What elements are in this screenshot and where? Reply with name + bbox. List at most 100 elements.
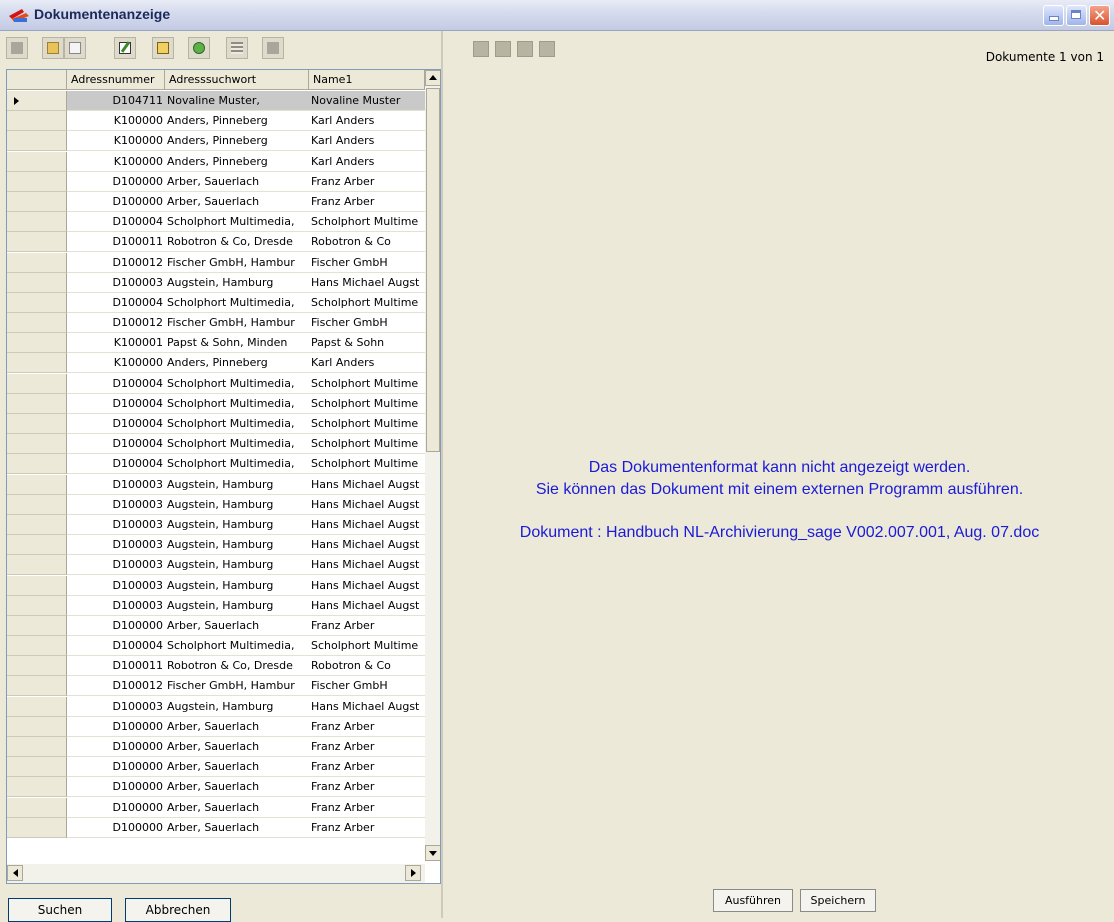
- row-indicator[interactable]: [7, 454, 67, 475]
- column-header-adressnummer[interactable]: Adressnummer: [67, 70, 165, 90]
- table-row[interactable]: D100003 Augstein, Hamburg Hans Michael Aug…: [7, 514, 425, 535]
- row-indicator[interactable]: [7, 797, 67, 818]
- table-row[interactable]: D100003 Augstein, Hamburg Hans Michael Aug…: [7, 575, 425, 596]
- row-indicator[interactable]: [7, 292, 67, 313]
- row-indicator[interactable]: [7, 575, 67, 596]
- row-indicator[interactable]: [7, 111, 67, 132]
- row-indicator[interactable]: [7, 474, 67, 495]
- table-row[interactable]: D104711 Novaline Muster, Novaline Muster: [7, 91, 425, 111]
- row-indicator[interactable]: [7, 737, 67, 757]
- scroll-left-button[interactable]: [7, 865, 23, 881]
- row-indicator[interactable]: [7, 414, 67, 434]
- prev-page-icon[interactable]: [495, 41, 511, 57]
- minimize-button[interactable]: [1043, 5, 1064, 26]
- row-indicator[interactable]: [7, 252, 67, 273]
- row-indicator[interactable]: [7, 373, 67, 394]
- table-row[interactable]: D100003 Augstein, Hamburg Hans Michael Aug…: [7, 474, 425, 495]
- checkbox-icon[interactable]: [64, 37, 86, 59]
- row-indicator[interactable]: [7, 535, 67, 556]
- row-indicator[interactable]: [7, 555, 67, 576]
- row-indicator[interactable]: [7, 494, 67, 515]
- row-indicator[interactable]: [7, 272, 67, 293]
- scroll-up-button[interactable]: [425, 70, 440, 86]
- row-indicator[interactable]: [7, 615, 67, 636]
- table-row[interactable]: K100000 Anders, Pinneberg Karl Anders: [7, 131, 425, 152]
- row-indicator[interactable]: [7, 333, 67, 354]
- table-row[interactable]: D100003 Augstein, Hamburg Hans Michael Aug…: [7, 494, 425, 515]
- table-row[interactable]: D100012 Fischer GmbH, Hambur Fischer GmbH: [7, 676, 425, 697]
- table-row[interactable]: D100003 Augstein, Hamburg Hans Michael Aug…: [7, 595, 425, 616]
- table-row[interactable]: D100004 Scholphort Multimedia, Scholphort …: [7, 292, 425, 313]
- row-indicator[interactable]: [7, 171, 67, 192]
- table-row[interactable]: D100000 Arber, Sauerlach Franz Arber: [7, 817, 425, 838]
- table-row[interactable]: D100003 Augstein, Hamburg Hans Michael Aug…: [7, 696, 425, 717]
- cancel-button[interactable]: Abbrechen: [125, 898, 231, 922]
- folder-open-icon[interactable]: [42, 37, 64, 59]
- table-row[interactable]: D100012 Fischer GmbH, Hambur Fischer GmbH: [7, 252, 425, 273]
- toolbar-disabled-icon[interactable]: [6, 37, 28, 59]
- row-indicator[interactable]: [7, 434, 67, 455]
- column-header-adresssuchwort[interactable]: Adresssuchwort: [165, 70, 309, 90]
- table-row[interactable]: D100012 Fischer GmbH, Hambur Fischer GmbH: [7, 313, 425, 334]
- table-row[interactable]: D100011 Robotron & Co, Dresde Robotron & C…: [7, 232, 425, 253]
- table-row[interactable]: D100000 Arber, Sauerlach Franz Arber: [7, 797, 425, 818]
- table-row[interactable]: D100004 Scholphort Multimedia, Scholphort …: [7, 414, 425, 434]
- row-indicator[interactable]: [7, 151, 67, 172]
- export-icon[interactable]: [262, 37, 284, 59]
- list-icon[interactable]: [226, 37, 248, 59]
- column-header-name1[interactable]: Name1: [309, 70, 425, 90]
- row-indicator[interactable]: [7, 817, 67, 838]
- row-indicator[interactable]: [7, 656, 67, 677]
- table-row[interactable]: D100000 Arber, Sauerlach Franz Arber: [7, 777, 425, 798]
- table-row[interactable]: D100003 Augstein, Hamburg Hans Michael Aug…: [7, 272, 425, 293]
- table-row[interactable]: D100000 Arber, Sauerlach Franz Arber: [7, 737, 425, 757]
- vertical-scrollbar[interactable]: [425, 70, 440, 861]
- last-page-icon[interactable]: [539, 41, 555, 57]
- row-indicator[interactable]: [7, 232, 67, 253]
- row-indicator[interactable]: [7, 636, 67, 657]
- table-row[interactable]: D100004 Scholphort Multimedia, Scholphort …: [7, 393, 425, 414]
- table-row[interactable]: K100001 Papst & Sohn, Minden Papst & Sohn: [7, 333, 425, 354]
- address-table[interactable]: Adressnummer Adresssuchwort Name1 D10471…: [6, 69, 441, 884]
- table-row[interactable]: D100004 Scholphort Multimedia, Scholphort …: [7, 636, 425, 657]
- row-indicator[interactable]: [7, 777, 67, 798]
- horizontal-scrollbar[interactable]: [7, 864, 425, 883]
- execute-button[interactable]: Ausführen: [713, 889, 793, 912]
- maximize-button[interactable]: [1066, 5, 1087, 26]
- scroll-down-button[interactable]: [425, 845, 440, 861]
- table-row[interactable]: D100003 Augstein, Hamburg Hans Michael Aug…: [7, 555, 425, 576]
- close-button[interactable]: ✕: [1089, 5, 1110, 26]
- row-indicator[interactable]: [7, 131, 67, 152]
- vertical-scroll-thumb[interactable]: [426, 88, 440, 452]
- table-row[interactable]: D100000 Arber, Sauerlach Franz Arber: [7, 757, 425, 778]
- edit-icon[interactable]: [114, 37, 136, 59]
- search-button[interactable]: Suchen: [8, 898, 112, 922]
- table-row[interactable]: D100011 Robotron & Co, Dresde Robotron & C…: [7, 656, 425, 677]
- first-page-icon[interactable]: [473, 41, 489, 57]
- row-indicator[interactable]: [7, 595, 67, 616]
- row-indicator[interactable]: [7, 696, 67, 717]
- row-indicator[interactable]: [7, 716, 67, 737]
- table-row[interactable]: D100000 Arber, Sauerlach Franz Arber: [7, 191, 425, 212]
- row-indicator[interactable]: [7, 353, 67, 374]
- scroll-right-button[interactable]: [405, 865, 421, 881]
- row-indicator[interactable]: [7, 212, 67, 233]
- table-row[interactable]: D100000 Arber, Sauerlach Franz Arber: [7, 615, 425, 636]
- row-indicator[interactable]: [7, 514, 67, 535]
- table-row[interactable]: D100004 Scholphort Multimedia, Scholphort …: [7, 212, 425, 233]
- row-indicator[interactable]: [7, 676, 67, 697]
- tree-icon[interactable]: [152, 37, 174, 59]
- table-row[interactable]: D100004 Scholphort Multimedia, Scholphort …: [7, 434, 425, 455]
- refresh-icon[interactable]: [188, 37, 210, 59]
- next-page-icon[interactable]: [517, 41, 533, 57]
- table-row[interactable]: K100000 Anders, Pinneberg Karl Anders: [7, 151, 425, 172]
- table-row[interactable]: K100000 Anders, Pinneberg Karl Anders: [7, 111, 425, 132]
- row-indicator[interactable]: [7, 313, 67, 334]
- row-indicator[interactable]: [7, 191, 67, 212]
- row-indicator[interactable]: [7, 91, 67, 111]
- table-row[interactable]: D100003 Augstein, Hamburg Hans Michael Aug…: [7, 535, 425, 556]
- table-row[interactable]: D100000 Arber, Sauerlach Franz Arber: [7, 716, 425, 737]
- row-indicator[interactable]: [7, 757, 67, 778]
- save-button[interactable]: Speichern: [800, 889, 876, 912]
- table-row[interactable]: D100004 Scholphort Multimedia, Scholphort …: [7, 454, 425, 475]
